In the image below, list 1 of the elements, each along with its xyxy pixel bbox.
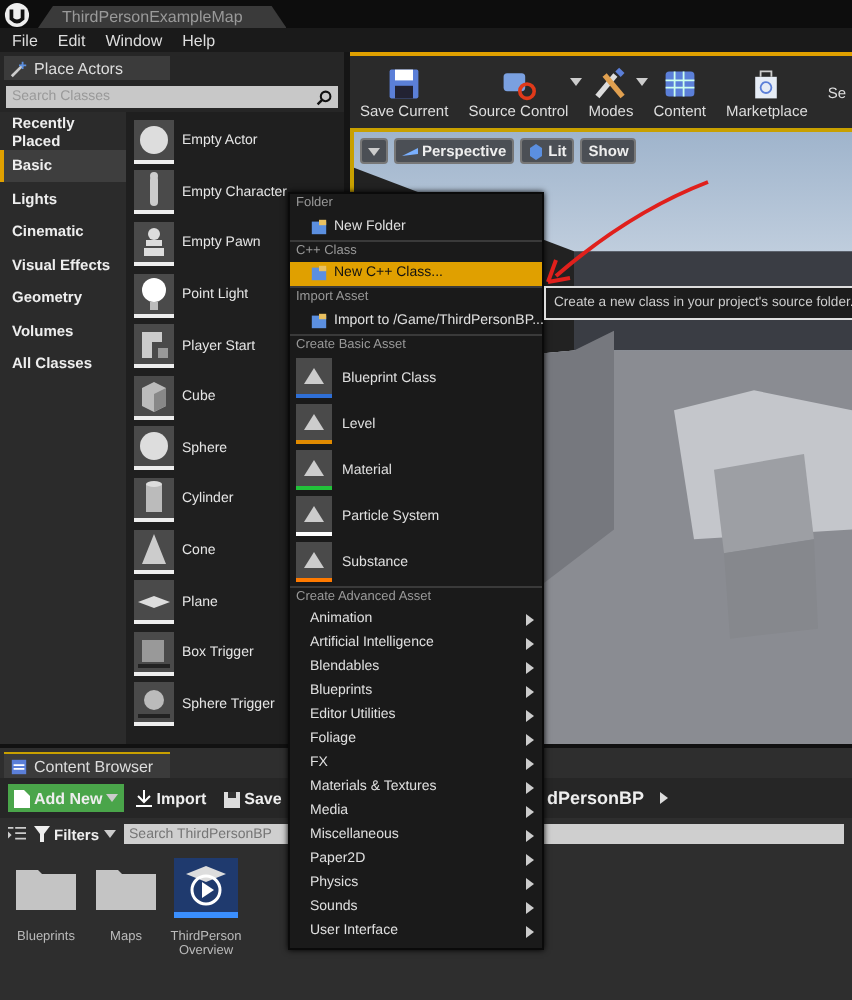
window-title: ThirdPersonExampleMap (38, 6, 287, 28)
